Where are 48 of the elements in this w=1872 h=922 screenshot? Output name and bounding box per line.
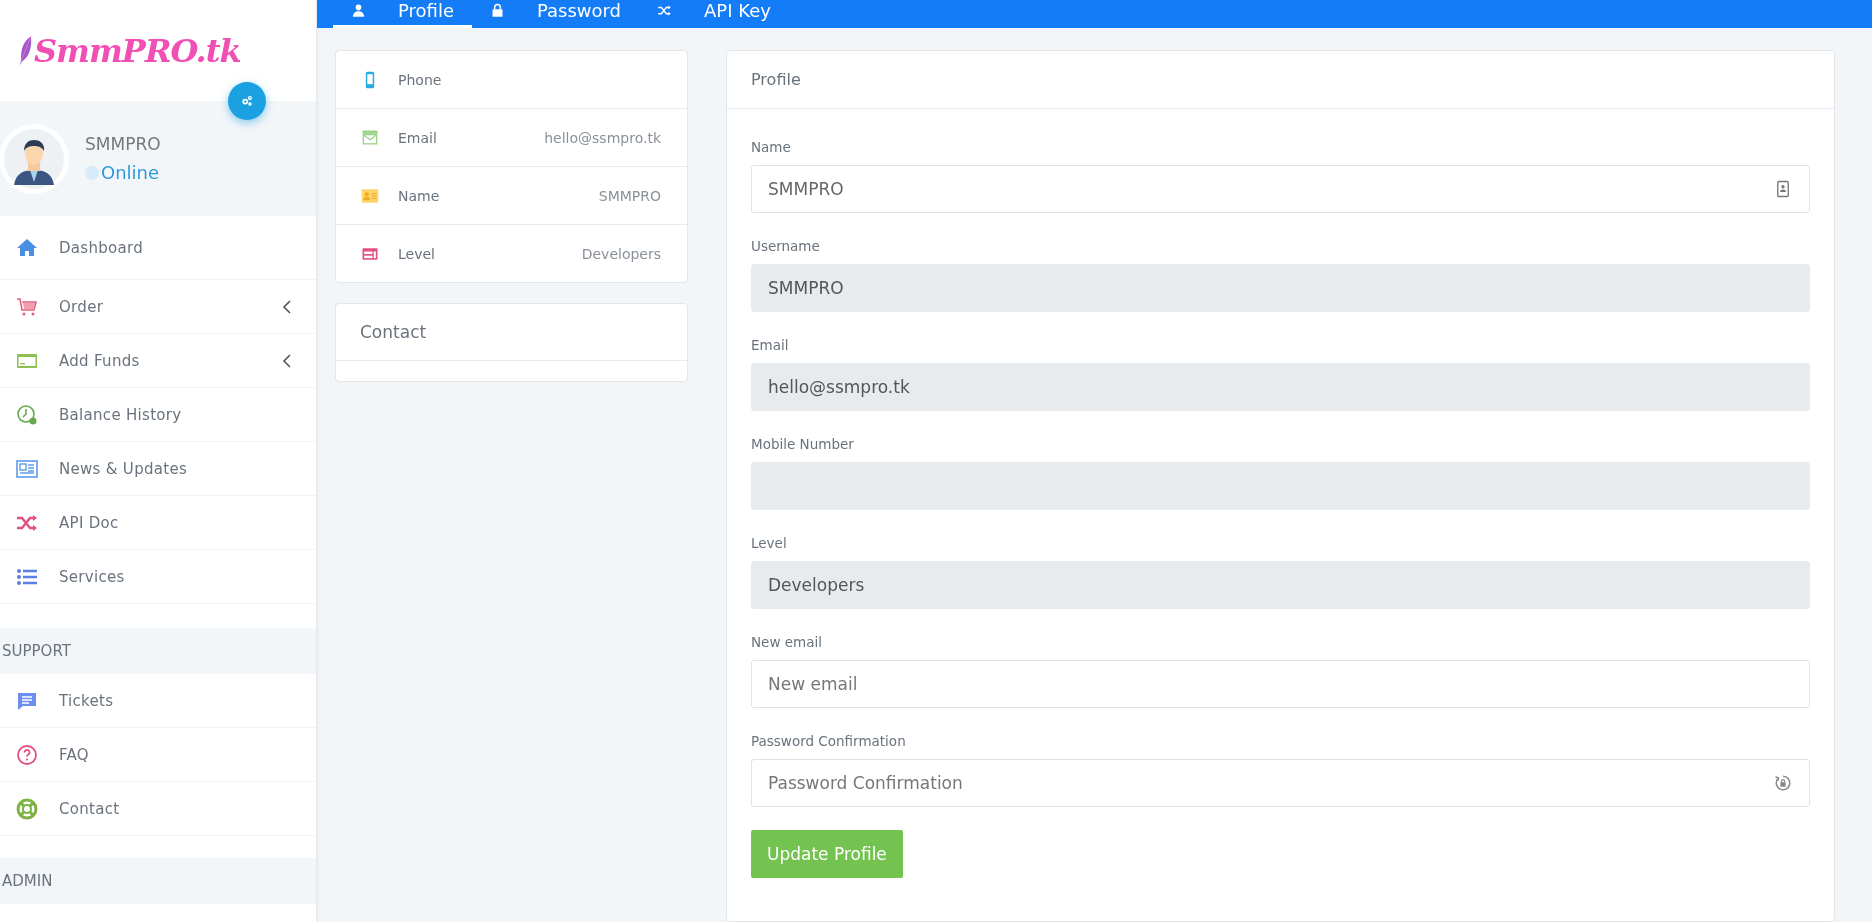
field-label: Username — [751, 238, 821, 254]
input-field[interactable]: SMMPRO — [751, 165, 1810, 213]
clock-icon — [15, 402, 39, 427]
contact-book-icon — [1774, 180, 1792, 198]
input-field[interactable]: Password Confirmation — [751, 759, 1810, 807]
info-value: Developers — [581, 245, 661, 262]
info-label: Email — [398, 129, 438, 146]
status-dot — [85, 165, 99, 180]
settings-icon — [240, 94, 254, 108]
menu-item[interactable]: Order — [0, 280, 316, 334]
field-label: Name — [751, 139, 792, 155]
menu-item[interactable]: News & Updates — [0, 442, 316, 496]
username: SMMPRO — [85, 134, 161, 154]
card-title: Profile — [751, 70, 801, 89]
settings-button[interactable] — [228, 82, 266, 120]
field-label: Password Confirmation — [751, 733, 907, 749]
tab[interactable]: Profile — [333, 0, 472, 28]
status-label: Online — [101, 162, 160, 183]
menu-item[interactable]: Add Funds — [0, 334, 316, 388]
input-field[interactable]: New email — [751, 660, 1810, 708]
info-label: Name — [398, 187, 441, 204]
lifebuoy-icon — [15, 796, 39, 821]
section-heading: SUPPORT — [0, 628, 316, 674]
info-label: Phone — [398, 71, 443, 88]
menu-item[interactable]: Services — [0, 550, 316, 604]
card-title: Contact — [360, 322, 427, 342]
lock-rotate-icon — [1774, 774, 1792, 792]
menu-item[interactable]: FAQ — [0, 728, 316, 782]
menu-item[interactable]: Balance History — [0, 388, 316, 442]
info-label: Level — [398, 245, 436, 262]
user-icon — [351, 2, 366, 18]
site-logo[interactable]: SmmPRO.tk — [18, 31, 241, 70]
menu-item[interactable]: API Doc — [0, 496, 316, 550]
tab[interactable]: Password — [471, 0, 640, 28]
question-icon — [15, 742, 39, 767]
tab[interactable]: API Key — [639, 0, 789, 28]
field-label: Mobile Number — [751, 436, 855, 452]
field-label: Level — [751, 535, 788, 551]
field-label: New email — [751, 634, 823, 650]
section-heading: ADMIN — [0, 858, 316, 904]
info-value: hello@ssmpro.tk — [544, 129, 661, 146]
field-label: Email — [751, 337, 790, 353]
chevron-icon — [282, 352, 292, 369]
menu-item[interactable]: Tickets — [0, 674, 316, 728]
chevron-icon — [282, 298, 292, 315]
info-value: SMMPRO — [598, 187, 661, 204]
menu-item[interactable]: Dashboard — [0, 216, 316, 280]
menu-item[interactable]: Contact — [0, 782, 316, 836]
